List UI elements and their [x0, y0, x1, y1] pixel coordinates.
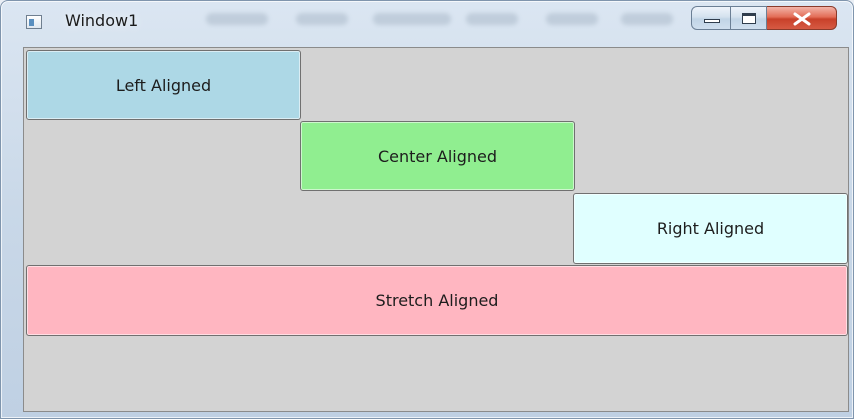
- stretch-aligned-button[interactable]: Stretch Aligned: [26, 265, 848, 336]
- close-button[interactable]: [767, 6, 837, 30]
- stretch-aligned-button-label: Stretch Aligned: [375, 291, 499, 310]
- background-ghost-1: [206, 13, 268, 25]
- title-bar[interactable]: Window1: [1, 1, 854, 41]
- minimize-button[interactable]: [691, 6, 731, 30]
- client-area: Left Aligned Center Aligned Right Aligne…: [23, 47, 849, 412]
- center-aligned-button[interactable]: Center Aligned: [300, 121, 575, 191]
- maximize-button[interactable]: [731, 6, 767, 30]
- background-ghost-5: [546, 13, 598, 25]
- right-aligned-button-label: Right Aligned: [656, 219, 765, 238]
- right-aligned-button[interactable]: Right Aligned: [573, 193, 848, 264]
- close-icon: [793, 12, 811, 26]
- left-aligned-button[interactable]: Left Aligned: [26, 50, 301, 120]
- caption-buttons: [691, 6, 845, 36]
- background-ghost-2: [296, 13, 348, 25]
- left-aligned-button-label: Left Aligned: [115, 75, 212, 95]
- background-ghost-6: [621, 13, 673, 25]
- minimize-icon: [704, 19, 720, 23]
- window-app-icon[interactable]: [26, 15, 42, 29]
- window-frame: Window1 Left Aligned Center Aligned Righ…: [0, 0, 854, 419]
- maximize-icon: [742, 13, 756, 24]
- center-aligned-button-label: Center Aligned: [377, 146, 498, 166]
- background-ghost-4: [466, 13, 518, 25]
- window-title: Window1: [65, 11, 139, 30]
- background-ghost-3: [373, 13, 451, 25]
